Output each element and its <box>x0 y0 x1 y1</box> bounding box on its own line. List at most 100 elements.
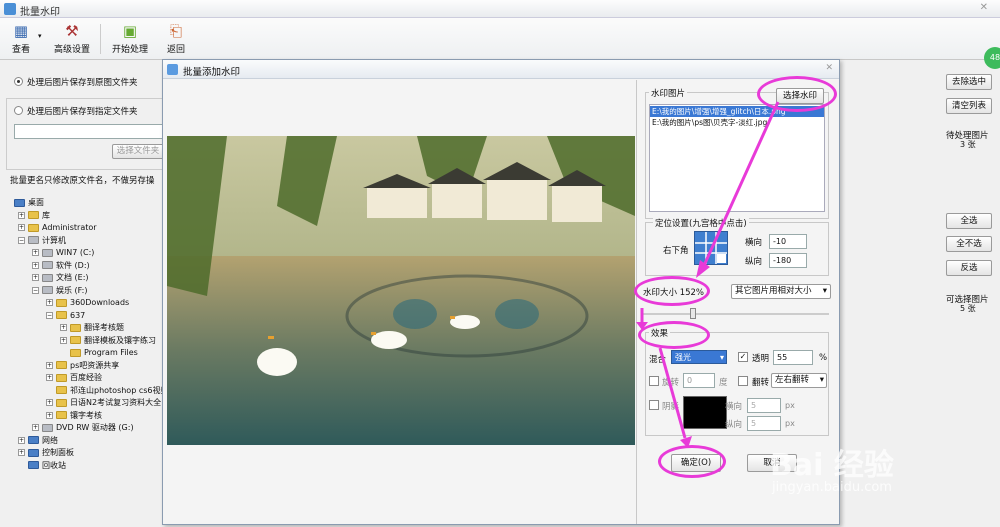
tree-item[interactable]: − 计算机 <box>4 235 162 248</box>
folder-icon <box>56 311 67 319</box>
folder-icon <box>56 398 67 407</box>
expand-toggle-icon[interactable]: + <box>18 224 25 231</box>
tree-item-label: DVD RW 驱动器 (G:) <box>56 423 134 432</box>
expand-toggle-icon[interactable]: + <box>46 299 53 306</box>
tree-item[interactable]: + 百度经验 <box>4 372 162 385</box>
view-button[interactable]: ▦ 查看 <box>4 20 38 58</box>
annotation-arrows <box>636 101 780 448</box>
window-titlebar: 批量水印 ✕ <box>0 0 1000 18</box>
tree-item[interactable]: + 网络 <box>4 435 162 448</box>
select-all-button[interactable]: 全选 <box>946 213 992 229</box>
tree-item[interactable]: + 镶字考核 <box>4 410 162 423</box>
expand-toggle-icon[interactable]: + <box>18 449 25 456</box>
preview-image <box>167 136 635 445</box>
tree-item[interactable]: + DVD RW 驱动器 (G:) <box>4 422 162 435</box>
expand-toggle-icon[interactable]: + <box>60 324 67 331</box>
expand-toggle-icon[interactable]: + <box>46 361 53 369</box>
tree-item[interactable]: + 文档 (E:) <box>4 272 162 285</box>
tree-item-label: 百度经验 <box>70 373 102 382</box>
folder-path-input[interactable] <box>14 124 164 139</box>
folder-icon <box>56 298 67 307</box>
expand-toggle-icon[interactable]: + <box>46 399 53 406</box>
tree-item-label: 控制面板 <box>42 448 74 457</box>
dialog-titlebar: 批量添加水印 ✕ <box>163 60 839 79</box>
tree-item[interactable]: − 娱乐 (F:) <box>4 285 162 298</box>
tools-icon: ⚒ <box>65 22 79 40</box>
drive-icon <box>42 423 53 432</box>
back-icon: ⎗ <box>169 22 182 40</box>
close-icon[interactable]: ✕ <box>980 2 988 13</box>
tree-item-label: 日语N2考试复习资料大全 <box>70 398 162 407</box>
folder-icon <box>28 211 39 219</box>
tree-item[interactable]: + 控制面板 <box>4 447 162 460</box>
start-processing-button[interactable]: ▣ 开始处理 <box>108 20 152 58</box>
tree-item-label: 祁连山photoshop cs6视频 <box>70 385 162 395</box>
tree-item[interactable]: 桌面 <box>4 197 162 210</box>
expand-toggle-icon[interactable]: + <box>32 424 39 431</box>
expand-toggle-icon[interactable]: + <box>18 436 25 444</box>
tree-item[interactable]: − 637 <box>4 310 162 323</box>
folder-icon <box>56 386 67 394</box>
folder-tree[interactable]: 桌面 + 库 + Administrator − 计算机 + WIN7 (C:) + 软件 (D:)… <box>4 197 162 477</box>
expand-toggle-icon[interactable]: + <box>32 261 39 269</box>
save-original-radio[interactable] <box>14 77 23 86</box>
view-dropdown-icon[interactable]: ▾ <box>38 32 42 40</box>
tree-item-label: 360Downloads <box>70 298 130 307</box>
advanced-label: 高级设置 <box>53 45 90 55</box>
select-folder-button[interactable]: 选择文件夹 <box>112 144 164 159</box>
save-original-label: 处理后图片保存到原图文件夹 <box>27 78 138 88</box>
folder-icon <box>70 348 81 357</box>
flip-chevron-icon: ▾ <box>819 375 824 385</box>
tree-item-label: 翻译模板及镶字练习 <box>84 335 156 345</box>
tree-item[interactable]: + 库 <box>4 210 162 223</box>
tree-item-label: Administrator <box>42 223 97 232</box>
invert-selection-button[interactable]: 反选 <box>946 260 992 276</box>
save-specified-radio[interactable] <box>14 106 23 115</box>
expand-toggle-icon[interactable]: + <box>32 249 39 256</box>
rename-note: 批量更名只修改原文件名，不做另存操 <box>10 176 155 186</box>
tree-item[interactable]: + WIN7 (C:) <box>4 247 162 260</box>
expand-toggle-icon[interactable]: + <box>32 274 39 281</box>
expand-toggle-icon[interactable]: + <box>18 211 25 219</box>
tree-item[interactable]: + 软件 (D:) <box>4 260 162 273</box>
tree-item[interactable]: 回收站 <box>4 460 162 473</box>
tree-item-label: WIN7 (C:) <box>56 248 95 257</box>
tree-item[interactable]: + 翻译模板及镶字练习 <box>4 335 162 348</box>
processable-count: 5 张 <box>960 304 976 313</box>
select-none-button[interactable]: 全不选 <box>946 236 992 252</box>
expand-toggle-icon[interactable]: + <box>46 411 53 419</box>
tree-item-label: 网络 <box>42 435 58 445</box>
tree-item[interactable]: Program Files <box>4 347 162 360</box>
expand-toggle-icon[interactable]: + <box>46 374 53 381</box>
tree-item-label: 文档 (E:) <box>56 273 89 282</box>
expand-toggle-icon[interactable]: − <box>46 311 53 319</box>
tree-item[interactable]: +360Downloads <box>4 297 162 310</box>
advanced-settings-button[interactable]: ⚒ 高级设置 <box>52 20 92 58</box>
tree-item[interactable]: + Administrator <box>4 222 162 235</box>
tree-item-label: 软件 (D:) <box>56 260 90 270</box>
expand-toggle-icon[interactable]: − <box>18 236 25 244</box>
remove-selected-button[interactable]: 去除选中 <box>946 74 992 90</box>
baidu-watermark-logo: Bai 经验 <box>770 448 894 483</box>
expand-toggle-icon[interactable]: − <box>32 286 39 294</box>
view-label: 查看 <box>11 45 30 55</box>
tree-item[interactable]: + 日语N2考试复习资料大全 <box>4 397 162 410</box>
dialog-close-icon[interactable]: ✕ <box>825 63 833 73</box>
back-button[interactable]: ⎗ 返回 <box>162 20 190 58</box>
tree-item-label: 桌面 <box>28 198 44 207</box>
folder-icon <box>56 373 67 382</box>
pending-count: 3 张 <box>960 140 976 149</box>
clear-list-button[interactable]: 清空列表 <box>946 98 992 114</box>
tree-item[interactable]: + ps吧资源共享 <box>4 360 162 373</box>
tree-item[interactable]: 祁连山photoshop cs6视频 <box>4 385 162 398</box>
system-icon <box>14 198 25 207</box>
folder-icon <box>56 411 67 419</box>
tree-item-label: 娱乐 (F:) <box>56 285 88 295</box>
tree-item[interactable]: + 翻译考核题 <box>4 322 162 335</box>
dialog-title: 批量添加水印 <box>183 67 241 78</box>
chevron-down-icon: ▾ <box>822 286 827 296</box>
tree-item-label: 库 <box>42 210 50 220</box>
expand-toggle-icon[interactable]: + <box>60 336 67 344</box>
floating-badge[interactable]: 48 <box>984 47 1000 69</box>
folder-icon <box>56 361 67 369</box>
